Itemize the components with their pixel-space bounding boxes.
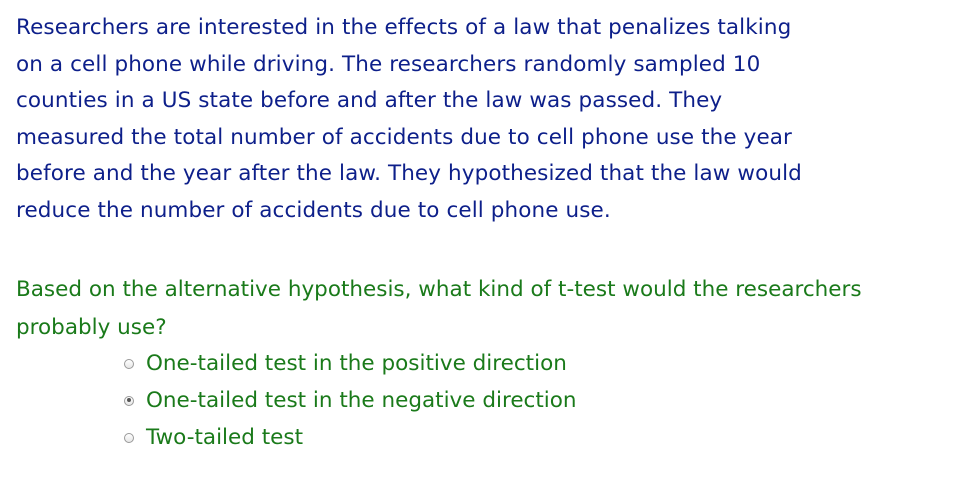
option-label[interactable]: One-tailed test in the positive directio…: [146, 345, 567, 382]
radio-button-selected-icon[interactable]: [124, 395, 134, 406]
option-two-tailed[interactable]: Two-tailed test: [124, 419, 577, 456]
passage-line: reduce the number of accidents due to ce…: [16, 197, 611, 223]
passage-line: on a cell phone while driving. The resea…: [16, 51, 761, 77]
option-label[interactable]: Two-tailed test: [146, 419, 303, 456]
passage-line: Researchers are interested in the effect…: [16, 15, 792, 40]
answer-options: One-tailed test in the positive directio…: [124, 345, 577, 456]
passage-line: counties in a US state before and after …: [16, 88, 723, 113]
question-line: probably use?: [16, 315, 167, 340]
question-line: Based on the alternative hypothesis, wha…: [16, 277, 862, 302]
option-positive-direction[interactable]: One-tailed test in the positive directio…: [124, 345, 577, 382]
radio-button-icon[interactable]: [124, 432, 134, 443]
option-label[interactable]: One-tailed test in the negative directio…: [146, 382, 577, 419]
option-negative-direction[interactable]: One-tailed test in the negative directio…: [124, 382, 577, 419]
passage-line: measured the total number of accidents d…: [16, 124, 792, 150]
radio-button-icon[interactable]: [124, 358, 134, 369]
question-prompt: Based on the alternative hypothesis, wha…: [16, 271, 951, 347]
problem-passage: Researchers are interested in the effect…: [16, 10, 946, 229]
passage-line: before and the year after the law. They …: [16, 161, 802, 186]
